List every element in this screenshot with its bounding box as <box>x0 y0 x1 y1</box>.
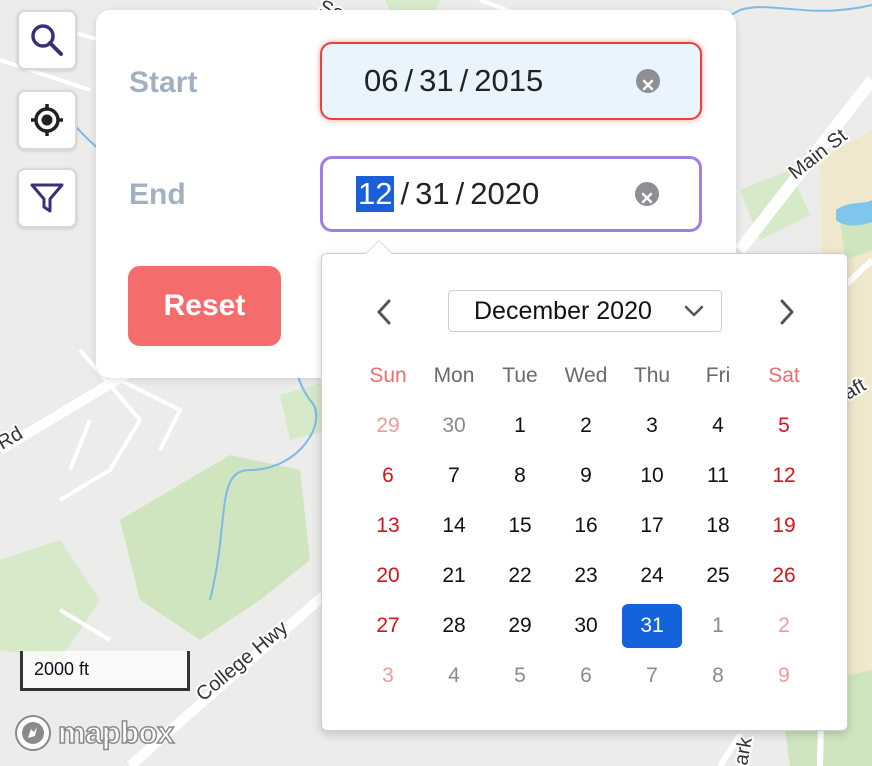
calendar-day[interactable]: 16 <box>556 504 616 548</box>
calendar-day[interactable]: 31 <box>622 604 682 648</box>
calendar-day-outside[interactable]: 9 <box>754 654 814 698</box>
calendar-day[interactable]: 13 <box>358 504 418 548</box>
calendar-day[interactable]: 4 <box>688 404 748 448</box>
mapbox-logo[interactable]: mapbox <box>14 714 175 752</box>
locate-button[interactable] <box>17 90 77 150</box>
date-separator: / <box>459 63 469 98</box>
clear-icon <box>641 192 653 204</box>
map-view[interactable]: Main St College Hwy Rd So aft ark Start <box>0 0 872 766</box>
calendar-day-outside[interactable]: 1 <box>688 604 748 648</box>
month-select[interactable]: December 2020 <box>448 290 722 332</box>
start-day-segment[interactable]: 31 <box>419 63 453 99</box>
calendar-day[interactable]: 9 <box>556 454 616 498</box>
start-month-segment[interactable]: 06 <box>364 63 398 99</box>
weekday-wed: Wed <box>564 364 608 387</box>
calendar-day[interactable]: 17 <box>622 504 682 548</box>
clear-icon <box>642 79 654 91</box>
popup-pointer <box>365 240 393 254</box>
calendar-day[interactable]: 2 <box>556 404 616 448</box>
calendar-day[interactable]: 28 <box>424 604 484 648</box>
scale-label: 2000 ft <box>34 659 90 679</box>
end-label: End <box>129 178 186 211</box>
search-icon <box>31 24 63 56</box>
calendar-day[interactable]: 21 <box>424 554 484 598</box>
calendar-popup: December 2020 Sun Mon Tue Wed Thu Fri Sat 29 30… <box>321 240 848 731</box>
weekday-tue: Tue <box>502 364 538 387</box>
calendar-day-outside[interactable]: 29 <box>358 404 418 448</box>
prev-month-button[interactable] <box>366 294 402 330</box>
end-day-segment[interactable]: 31 <box>415 176 449 212</box>
start-label: Start <box>129 66 198 99</box>
filter-button[interactable] <box>17 168 77 228</box>
calendar-day[interactable]: 15 <box>490 504 550 548</box>
calendar-day[interactable]: 5 <box>754 404 814 448</box>
start-date-input[interactable]: 06 / 31 / 2015 <box>320 42 702 120</box>
month-select-label: December 2020 <box>474 296 652 325</box>
calendar-day[interactable]: 14 <box>424 504 484 548</box>
calendar-day[interactable]: 8 <box>490 454 550 498</box>
search-button[interactable] <box>17 10 77 70</box>
weekday-fri: Fri <box>705 364 731 387</box>
calendar-day-outside[interactable]: 5 <box>490 654 550 698</box>
weekday-sun: Sun <box>369 364 407 387</box>
calendar-day[interactable]: 25 <box>688 554 748 598</box>
date-separator: / <box>455 176 465 211</box>
weekday-sat: Sat <box>768 364 800 387</box>
mapbox-logo-text: mapbox <box>57 714 175 751</box>
calendar-day-outside[interactable]: 6 <box>556 654 616 698</box>
calendar-day-outside[interactable]: 30 <box>424 404 484 448</box>
calendar-day-outside[interactable]: 3 <box>358 654 418 698</box>
calendar-day[interactable]: 1 <box>490 404 550 448</box>
calendar-day[interactable]: 27 <box>358 604 418 648</box>
mapbox-logo-icon <box>15 715 51 751</box>
end-month-segment[interactable]: 12 <box>356 176 395 212</box>
locate-icon <box>31 104 63 136</box>
clear-start-button[interactable] <box>636 69 660 93</box>
weekday-mon: Mon <box>433 364 475 387</box>
chevron-down-icon <box>684 305 704 317</box>
weekday-thu: Thu <box>633 364 671 387</box>
calendar-day[interactable]: 6 <box>358 454 418 498</box>
calendar-day[interactable]: 12 <box>754 454 814 498</box>
filter-icon <box>30 183 64 213</box>
calendar-day[interactable]: 22 <box>490 554 550 598</box>
calendar-day[interactable]: 3 <box>622 404 682 448</box>
calendar-day[interactable]: 18 <box>688 504 748 548</box>
calendar-day[interactable]: 10 <box>622 454 682 498</box>
map-scale: 2000 ft <box>20 651 190 691</box>
chevron-right-icon <box>780 299 794 325</box>
calendar-day[interactable]: 29 <box>490 604 550 648</box>
calendar-day[interactable]: 23 <box>556 554 616 598</box>
calendar-day-outside[interactable]: 4 <box>424 654 484 698</box>
calendar-day[interactable]: 26 <box>754 554 814 598</box>
calendar-day-outside[interactable]: 7 <box>622 654 682 698</box>
calendar-day[interactable]: 19 <box>754 504 814 548</box>
end-date-input[interactable]: 12 / 31 / 2020 <box>320 156 702 232</box>
calendar-day-outside[interactable]: 8 <box>688 654 748 698</box>
end-year-segment[interactable]: 2020 <box>470 176 539 212</box>
calendar-day[interactable]: 30 <box>556 604 616 648</box>
date-separator: / <box>400 176 410 211</box>
reset-button[interactable]: Reset <box>128 266 281 346</box>
calendar-day[interactable]: 7 <box>424 454 484 498</box>
calendar-day[interactable]: 20 <box>358 554 418 598</box>
date-separator: / <box>404 63 414 98</box>
clear-end-button[interactable] <box>635 182 659 206</box>
start-year-segment[interactable]: 2015 <box>474 63 543 99</box>
calendar-day[interactable]: 24 <box>622 554 682 598</box>
calendar-day[interactable]: 11 <box>688 454 748 498</box>
calendar-day-outside[interactable]: 2 <box>754 604 814 648</box>
next-month-button[interactable] <box>769 294 805 330</box>
chevron-left-icon <box>377 299 391 325</box>
